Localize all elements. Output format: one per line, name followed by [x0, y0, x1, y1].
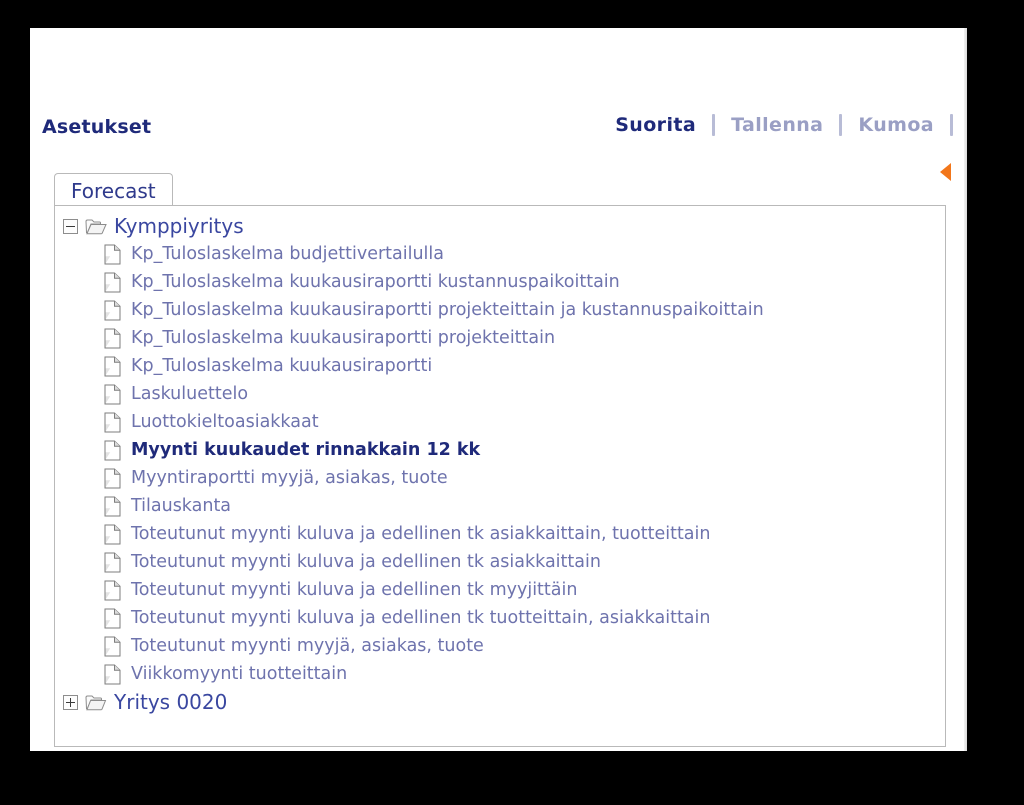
tree-leaf-row[interactable]: Kp_Tuloslaskelma kuukausiraportti projek… — [55, 296, 945, 324]
tree-leaf-label: Toteutunut myynti kuluva ja edellinen tk… — [131, 580, 578, 600]
tree-leaf-row[interactable]: Toteutunut myynti kuluva ja edellinen tk… — [55, 604, 945, 632]
document-icon — [104, 524, 121, 545]
tree-leaf-row[interactable]: Myyntiraportti myyjä, asiakas, tuote — [55, 464, 945, 492]
collapse-minus-icon[interactable] — [63, 218, 78, 234]
expand-plus-icon[interactable] — [63, 694, 78, 710]
tree-node-row[interactable]: Kymppiyritys — [55, 212, 945, 240]
tab-forecast[interactable]: Forecast — [54, 173, 173, 205]
document-icon — [104, 468, 121, 489]
tree-leaf-label: Tilauskanta — [131, 496, 232, 516]
tree-node-row[interactable]: Yritys 0020 — [55, 688, 945, 716]
report-tree: Kymppiyritys Kp_Tuloslaskelma budjettiver… — [55, 212, 945, 716]
toolbar-actions: Suorita Tallenna Kumoa — [613, 114, 967, 136]
tree-leaf-row[interactable]: Toteutunut myynti kuluva ja edellinen tk… — [55, 548, 945, 576]
document-icon — [104, 328, 121, 349]
tree-leaf-label: Laskuluettelo — [131, 384, 249, 404]
collapse-left-triangle-icon[interactable] — [940, 163, 951, 181]
document-icon — [104, 440, 121, 461]
tree-leaf-label: Toteutunut myynti kuluva ja edellinen tk… — [131, 608, 711, 628]
document-icon — [104, 384, 121, 405]
document-icon — [104, 552, 121, 573]
document-icon — [104, 300, 121, 321]
tallenna-button[interactable]: Tallenna — [729, 114, 825, 136]
document-icon — [104, 580, 121, 601]
page-title: Asetukset — [42, 116, 152, 138]
document-icon — [104, 636, 121, 657]
tree-leaf-row[interactable]: Kp_Tuloslaskelma kuukausiraportti projek… — [55, 324, 945, 352]
document-icon — [104, 496, 121, 517]
tree-leaf-row[interactable]: Toteutunut myynti kuluva ja edellinen tk… — [55, 576, 945, 604]
action-separator — [950, 114, 953, 136]
toolbar: Asetukset Suorita Tallenna Kumoa — [30, 28, 967, 158]
tree-leaf-row[interactable]: Toteutunut myynti myyjä, asiakas, tuote — [55, 632, 945, 660]
tree-leaf-label: Myyntiraportti myyjä, asiakas, tuote — [131, 468, 448, 488]
app-surface: Asetukset Suorita Tallenna Kumoa Forecas… — [30, 28, 967, 751]
tree-leaf-row[interactable]: Kp_Tuloslaskelma kuukausiraportti kustan… — [55, 268, 945, 296]
report-tree-panel: Kymppiyritys Kp_Tuloslaskelma budjettiver… — [54, 205, 946, 747]
tree-leaf-label: Toteutunut myynti kuluva ja edellinen tk… — [131, 524, 711, 544]
tree-leaf-label: Toteutunut myynti myyjä, asiakas, tuote — [131, 636, 484, 656]
tree-leaf-label: Toteutunut myynti kuluva ja edellinen tk… — [131, 552, 601, 572]
tree-leaf-label: Kp_Tuloslaskelma budjettivertailulla — [131, 244, 445, 264]
document-icon — [104, 356, 121, 377]
document-icon — [104, 412, 121, 433]
tree-leaf-label: Viikkomyynti tuotteittain — [131, 664, 348, 684]
document-icon — [104, 272, 121, 293]
tree-node-label: Yritys 0020 — [114, 690, 228, 714]
document-icon — [104, 244, 121, 265]
tree-leaf-label: Kp_Tuloslaskelma kuukausiraportti kustan… — [131, 272, 620, 292]
tree-leaf-row[interactable]: Kp_Tuloslaskelma kuukausiraportti — [55, 352, 945, 380]
tree-leaf-label: Kp_Tuloslaskelma kuukausiraportti — [131, 356, 433, 376]
panel-edge-shadow — [964, 28, 967, 751]
tree-leaf-label: Kp_Tuloslaskelma kuukausiraportti projek… — [131, 328, 556, 348]
folder-open-icon — [85, 218, 107, 235]
tree-leaf-row[interactable]: Luottokieltoasiakkaat — [55, 408, 945, 436]
tree-leaf-row[interactable]: Kp_Tuloslaskelma budjettivertailulla — [55, 240, 945, 268]
tree-leaf-label: Kp_Tuloslaskelma kuukausiraportti projek… — [131, 300, 764, 320]
tree-leaf-label: Luottokieltoasiakkaat — [131, 412, 319, 432]
action-separator — [712, 114, 716, 136]
tree-leaf-row[interactable]: Toteutunut myynti kuluva ja edellinen tk… — [55, 520, 945, 548]
tab-strip: Forecast — [54, 173, 946, 206]
tree-node-label: Kymppiyritys — [114, 214, 244, 238]
tree-leaf-row[interactable]: Viikkomyynti tuotteittain — [55, 660, 945, 688]
tree-leaf-row[interactable]: Laskuluettelo — [55, 380, 945, 408]
action-separator — [839, 114, 843, 136]
tree-leaf-row[interactable]: Myynti kuukaudet rinnakkain 12 kk — [55, 436, 945, 464]
document-icon — [104, 664, 121, 685]
kumoa-button[interactable]: Kumoa — [856, 114, 936, 136]
screen: Asetukset Suorita Tallenna Kumoa Forecas… — [0, 0, 1024, 805]
suorita-button[interactable]: Suorita — [613, 114, 698, 136]
tree-leaf-label-selected: Myynti kuukaudet rinnakkain 12 kk — [131, 440, 481, 460]
document-icon — [104, 608, 121, 629]
tree-leaf-row[interactable]: Tilauskanta — [55, 492, 945, 520]
folder-closed-icon — [85, 694, 107, 711]
